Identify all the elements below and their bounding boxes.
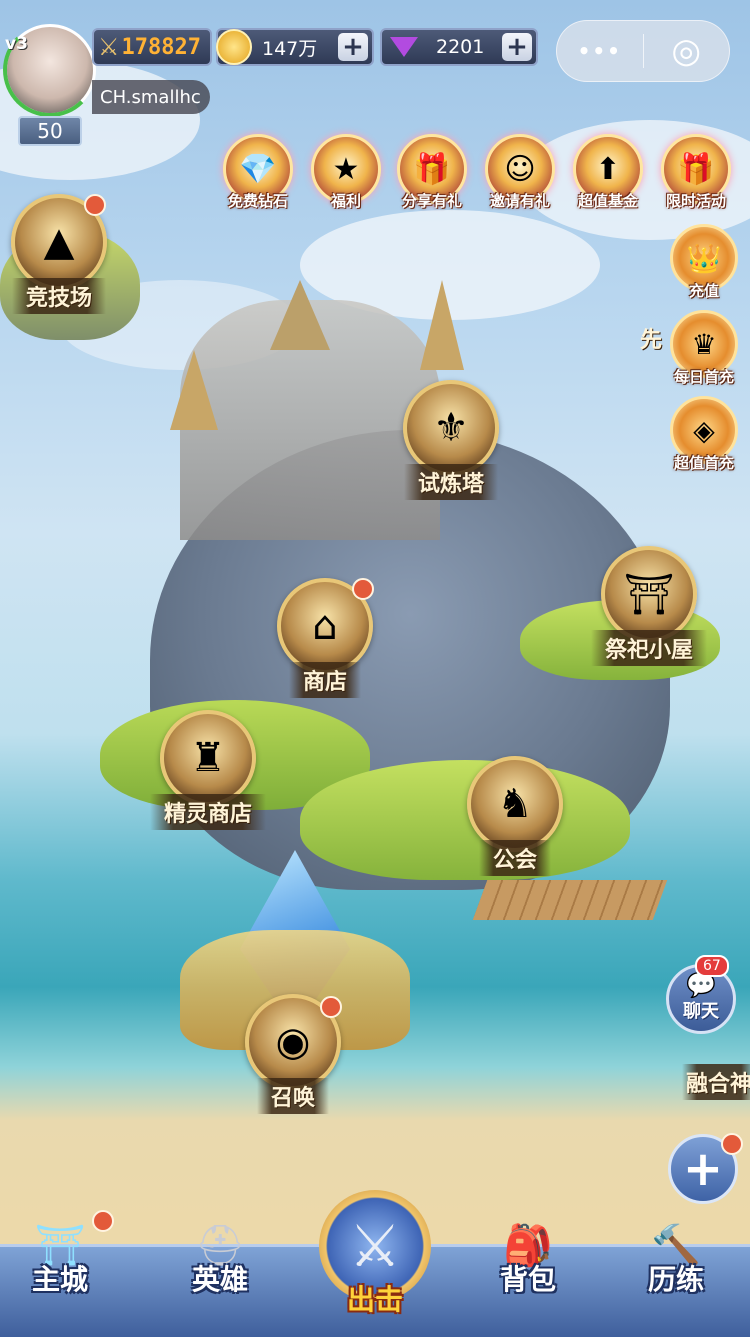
combat-power-bar: ⚔ 178827 — [92, 28, 212, 66]
nav-backpack[interactable]: 🎒 背包 — [468, 1214, 588, 1298]
building-spirit-shop[interactable]: ♜ 精灵商店 — [146, 710, 270, 830]
altar-icon: ⛩ — [601, 546, 697, 642]
notification-dot — [92, 1210, 114, 1232]
building-fusion[interactable]: 融合神 — [682, 1064, 750, 1100]
gold-bar: 147万 + — [216, 28, 374, 66]
pegasus-icon: ♞ — [467, 756, 563, 852]
purple-castle-icon: ♜ — [160, 710, 256, 806]
daily-recharge-button[interactable]: ♛ 每日首充 — [664, 310, 744, 387]
first-recharge-button[interactable]: ◈ 超值首充 — [664, 396, 744, 473]
add-diamond-button[interactable]: + — [502, 33, 532, 61]
diamond-icon — [390, 37, 418, 57]
vip-badge: v3 — [5, 34, 28, 54]
event-free-diamonds[interactable]: 💎 免费钻石 — [220, 134, 296, 211]
building-trial-tower[interactable]: ⚜ 试炼塔 — [396, 380, 506, 500]
wooden-pier — [472, 880, 668, 920]
notification-dot — [320, 996, 342, 1018]
nav-heroes[interactable]: ⛑ 英雄 — [160, 1214, 280, 1298]
notification-dot — [84, 194, 106, 216]
event-limited-time[interactable]: 🎁 限时活动 — [658, 134, 734, 211]
event-share-gift[interactable]: 🎁 分享有礼 — [394, 134, 470, 211]
plus-icon: + — [682, 1141, 724, 1197]
crossed-swords-icon: ⚔ — [98, 33, 120, 61]
diamond-bar: 2201 + — [380, 28, 538, 66]
knight-icon: ⚜ — [403, 380, 499, 476]
add-gold-button[interactable]: + — [338, 33, 368, 61]
event-value-fund[interactable]: ⬆ 超值基金 — [570, 134, 646, 211]
system-capsule: ••• ◎ — [556, 20, 730, 82]
close-app-button[interactable]: ◎ — [644, 31, 730, 71]
player-name: CH.smallhc — [100, 86, 201, 108]
building-summon[interactable]: ◉ 召唤 — [238, 994, 348, 1114]
event-invite-gift[interactable]: ☺ 邀请有礼 — [482, 134, 558, 211]
castle-spire — [170, 350, 218, 430]
gold-coin-icon — [216, 29, 252, 65]
expand-menu-button[interactable]: + — [668, 1133, 743, 1204]
gold-value: 147万 — [262, 37, 318, 60]
building-guild[interactable]: ♞ 公会 — [460, 756, 570, 876]
nav-battle[interactable]: ⚔ 出击 — [315, 1190, 435, 1318]
more-options-button[interactable]: ••• — [557, 39, 643, 63]
diamond-value: 2201 — [436, 36, 485, 58]
building-arena[interactable]: ▲ 竞技场 — [4, 194, 114, 314]
chat-unread-badge: 67 — [695, 955, 729, 977]
notification-dot — [721, 1133, 743, 1155]
castle-spire — [270, 280, 330, 350]
event-welfare[interactable]: ★ 福利 — [308, 134, 384, 211]
recharge-button[interactable]: 👑 充值 — [664, 224, 744, 301]
notification-dot — [352, 578, 374, 600]
chat-label: 聊天 — [683, 1001, 719, 1022]
nav-main-city[interactable]: ⛩ 主城 — [0, 1210, 120, 1298]
partial-building-label[interactable]: 先 — [640, 322, 662, 354]
player-level-box: 50 — [18, 116, 82, 146]
combat-power-value: 178827 — [121, 34, 201, 60]
building-altar-hut[interactable]: ⛩ 祭祀小屋 — [584, 546, 714, 666]
castle-spire — [420, 280, 464, 370]
chat-button[interactable]: 💬 聊天 67 — [666, 955, 736, 1034]
player-level: 50 — [37, 119, 63, 143]
player-name-plate[interactable]: CH.smallhc — [92, 80, 210, 114]
building-shop[interactable]: ⌂ 商店 — [270, 578, 380, 698]
crossed-swords-icon: ⚔ — [349, 1212, 401, 1280]
nav-training[interactable]: 🔨 历练 — [616, 1214, 736, 1298]
